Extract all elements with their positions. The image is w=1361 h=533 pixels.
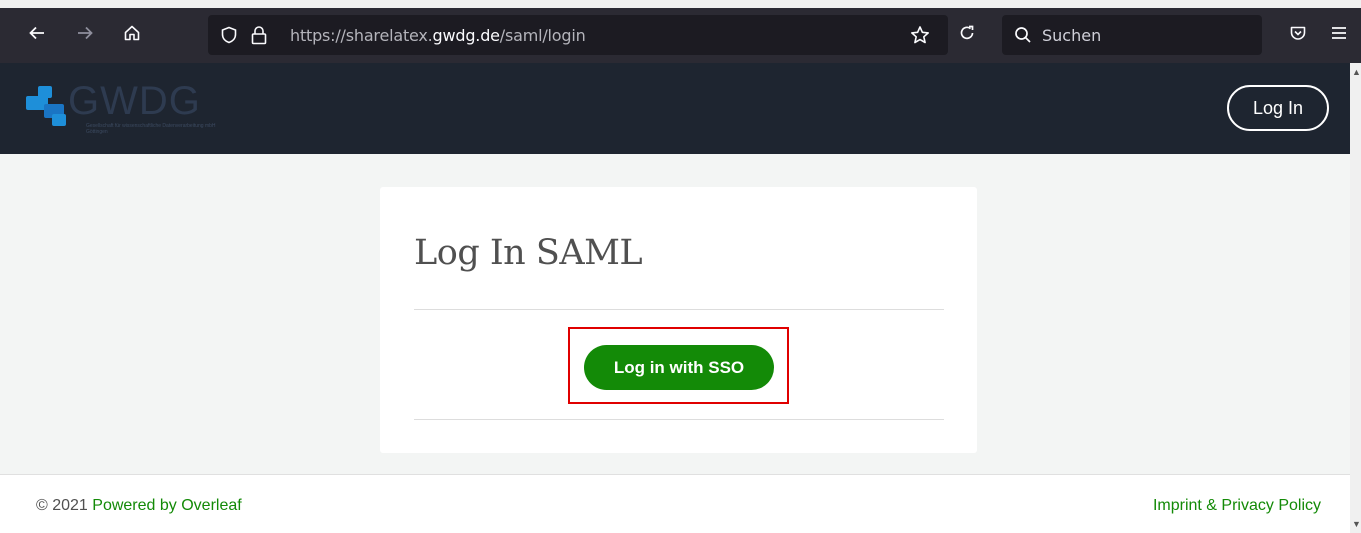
home-button[interactable] <box>115 16 149 50</box>
gwdg-logo-mark <box>26 86 66 126</box>
logo-subtitle: Gesellschaft für wissenschaftliche Daten… <box>86 123 216 135</box>
forward-button[interactable] <box>68 16 102 50</box>
lock-icon <box>251 26 267 45</box>
address-bar[interactable]: https://sharelatex.gwdg.de/saml/login <box>208 15 948 55</box>
pocket-icon <box>1290 26 1306 40</box>
home-icon <box>124 25 140 41</box>
arrow-left-icon <box>29 26 44 40</box>
reload-button[interactable] <box>950 16 984 50</box>
divider-bottom <box>414 419 944 420</box>
powered-by-link[interactable]: Powered by Overleaf <box>92 497 241 514</box>
search-placeholder: Suchen <box>1042 26 1102 45</box>
search-bar[interactable]: Suchen <box>1002 15 1262 55</box>
page-title: Log In SAML <box>414 233 643 273</box>
menu-button[interactable] <box>1322 16 1356 50</box>
search-icon <box>1015 27 1031 43</box>
logo-text: GWDG <box>68 79 201 123</box>
sso-login-button[interactable]: Log in with SSO <box>584 345 774 390</box>
back-button[interactable] <box>20 16 54 50</box>
scrollbar[interactable]: ▲ ▼ <box>1350 63 1361 533</box>
scroll-up-icon[interactable]: ▲ <box>1352 67 1361 77</box>
reload-icon <box>960 25 974 40</box>
url-text: https://sharelatex.gwdg.de/saml/login <box>290 26 586 45</box>
copyright: © 2021 Powered by Overleaf <box>36 497 242 515</box>
arrow-right-icon <box>78 26 93 40</box>
scroll-down-icon[interactable]: ▼ <box>1352 519 1361 529</box>
gwdg-logo[interactable]: GWDG Gesellschaft für wissenschaftliche … <box>26 79 216 141</box>
pocket-button[interactable] <box>1281 16 1315 50</box>
hamburger-menu-icon <box>1332 27 1346 39</box>
login-card: Log In SAML Log in with SSO <box>380 187 977 453</box>
site-header: GWDG Gesellschaft für wissenschaftliche … <box>0 63 1350 154</box>
shield-icon <box>221 26 237 44</box>
copyright-year: © 2021 <box>36 497 88 514</box>
divider-top <box>414 309 944 310</box>
footer: © 2021 Powered by Overleaf Imprint & Pri… <box>0 474 1350 533</box>
main-content: Log In SAML Log in with SSO <box>0 154 1350 474</box>
imprint-link[interactable]: Imprint & Privacy Policy <box>1153 497 1321 515</box>
browser-toolbar: https://sharelatex.gwdg.de/saml/login Su… <box>0 0 1361 63</box>
star-icon[interactable] <box>910 25 930 45</box>
login-button[interactable]: Log In <box>1227 85 1329 131</box>
